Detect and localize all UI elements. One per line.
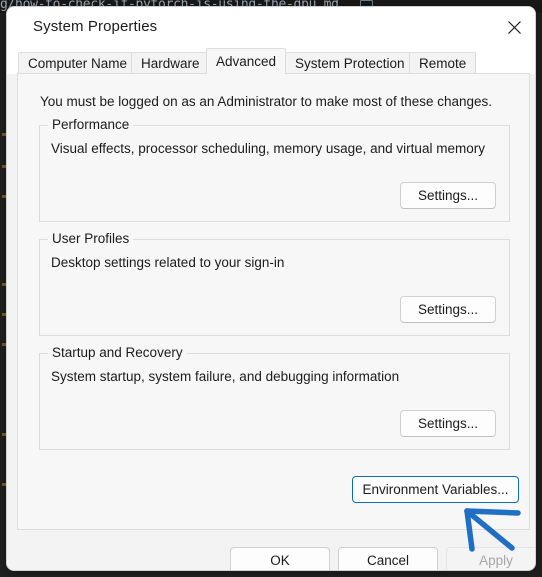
dialog-title: System Properties <box>33 18 158 35</box>
group-startup-and-recovery-description: System startup, system failure, and debu… <box>51 369 400 384</box>
dialog-title-bar: System Properties <box>7 7 535 47</box>
tab-page-advanced: You must be logged on as an Administrato… <box>17 73 530 530</box>
group-performance: Performance Visual effects, processor sc… <box>39 117 510 222</box>
administrator-note: You must be logged on as an Administrato… <box>40 94 493 109</box>
group-performance-label: Performance <box>48 117 134 132</box>
group-user-profiles: User Profiles Desktop settings related t… <box>39 231 510 336</box>
user-profiles-settings-button[interactable]: Settings... <box>400 296 496 323</box>
group-user-profiles-description: Desktop settings related to your sign-in <box>51 255 285 270</box>
group-user-profiles-label: User Profiles <box>48 231 134 246</box>
group-startup-and-recovery: Startup and Recovery System startup, sys… <box>39 345 510 450</box>
performance-settings-button[interactable]: Settings... <box>400 182 496 209</box>
tab-hardware[interactable]: Hardware <box>131 52 210 74</box>
group-performance-description: Visual effects, processor scheduling, me… <box>51 141 485 156</box>
tab-strip: Computer Name Hardware Advanced System P… <box>7 47 535 74</box>
ok-button[interactable]: OK <box>230 547 330 570</box>
tab-remote[interactable]: Remote <box>409 52 477 74</box>
startup-and-recovery-settings-button[interactable]: Settings... <box>400 410 496 437</box>
tab-system-protection[interactable]: System Protection <box>285 52 415 74</box>
apply-button: Apply <box>446 547 535 570</box>
close-icon <box>507 20 521 34</box>
tab-computer-name[interactable]: Computer Name <box>18 52 138 74</box>
environment-variables-button[interactable]: Environment Variables... <box>352 476 519 503</box>
system-properties-dialog: System Properties Computer Name Hardware… <box>6 6 536 571</box>
group-startup-and-recovery-label: Startup and Recovery <box>48 345 187 360</box>
tab-advanced[interactable]: Advanced <box>206 48 287 74</box>
close-button[interactable] <box>491 7 535 47</box>
cancel-button[interactable]: Cancel <box>338 547 438 570</box>
